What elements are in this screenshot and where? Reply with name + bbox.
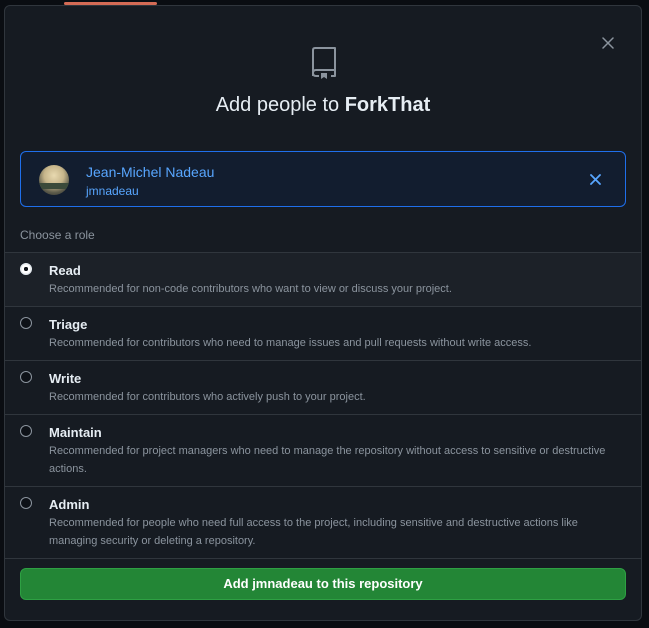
add-collaborator-button[interactable]: Add jmnadeau to this repository (20, 568, 626, 600)
role-description: Recommended for contributors who activel… (49, 391, 366, 403)
role-description: Recommended for contributors who need to… (49, 337, 532, 349)
role-radio[interactable] (20, 317, 32, 329)
close-button[interactable] (598, 33, 618, 53)
role-option-maintain[interactable]: Maintain Recommended for project manager… (5, 415, 641, 487)
role-description: Recommended for project managers who nee… (49, 445, 606, 475)
role-radio[interactable] (20, 425, 32, 437)
role-name: Admin (49, 497, 90, 512)
role-name: Triage (49, 317, 88, 332)
title-prefix: Add people to (215, 94, 345, 116)
role-list: Read Recommended for non-code contributo… (5, 252, 641, 559)
role-option-triage[interactable]: Triage Recommended for contributors who … (5, 307, 641, 361)
add-people-dialog: Add people to ForkThat Jean-Michel Nadea… (4, 5, 642, 621)
repo-name: ForkThat (344, 94, 431, 116)
role-option-admin[interactable]: Admin Recommended for people who need fu… (5, 487, 641, 559)
role-description: Recommended for non-code contributors wh… (49, 283, 452, 295)
role-name: Maintain (49, 425, 102, 440)
remove-user-button[interactable] (587, 171, 603, 187)
close-icon (602, 37, 614, 49)
role-radio[interactable] (20, 497, 32, 509)
role-radio[interactable] (20, 371, 32, 383)
close-icon (589, 173, 601, 185)
user-login[interactable]: jmnadeau (86, 184, 139, 198)
dialog-title: Add people to ForkThat (5, 94, 641, 117)
repo-icon (312, 47, 336, 79)
avatar (39, 165, 69, 195)
role-name: Read (49, 263, 81, 278)
role-heading: Choose a role (20, 228, 95, 242)
role-radio[interactable] (20, 263, 32, 275)
role-description: Recommended for people who need full acc… (49, 517, 578, 547)
role-option-write[interactable]: Write Recommended for contributors who a… (5, 361, 641, 415)
role-option-read[interactable]: Read Recommended for non-code contributo… (5, 253, 641, 307)
user-name[interactable]: Jean-Michel Nadeau (86, 164, 214, 180)
role-name: Write (49, 371, 82, 386)
selected-user-card: Jean-Michel Nadeau jmnadeau (20, 151, 626, 207)
